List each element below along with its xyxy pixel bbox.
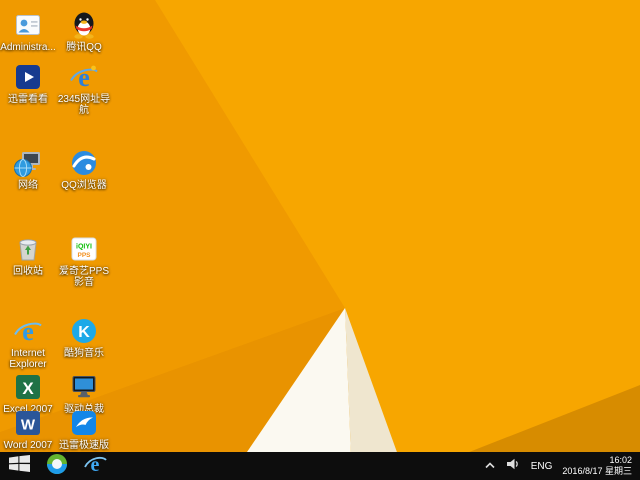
desktop-icon-tencent-qq[interactable]: 腾讯QQ bbox=[56, 10, 112, 53]
taskbar-internet-explorer-button[interactable]: e bbox=[76, 452, 114, 480]
clock-date-line: 2016/8/17 星期三 bbox=[562, 466, 632, 477]
tencent-qq-icon bbox=[69, 10, 99, 40]
taskbar: e ENG 16:02 2016/8/17 星期三 bbox=[0, 452, 640, 480]
speaker-icon bbox=[506, 457, 520, 475]
desktop-icon-2345-nav[interactable]: e 2345网址导航 bbox=[56, 62, 112, 116]
icon-label: Administra... bbox=[0, 42, 56, 53]
browser-2345-icon: e bbox=[69, 62, 99, 92]
desktop: Administra... 迅雷看看 网络 回收站 e Internet Exp… bbox=[0, 0, 640, 480]
icon-label: 腾讯QQ bbox=[66, 42, 102, 53]
icon-label: 2345网址导航 bbox=[57, 94, 111, 116]
desktop-icon-iqiyi-pps[interactable]: iQIYI PPS 爱奇艺PPS影音 bbox=[56, 234, 112, 288]
start-icon bbox=[8, 455, 30, 477]
xunlei-kankan-icon bbox=[13, 62, 43, 92]
administrator-icon bbox=[13, 10, 43, 40]
clock-time: 16:02 bbox=[609, 455, 632, 465]
kugou-music-icon: K bbox=[69, 316, 99, 346]
internet-explorer-icon: e bbox=[13, 316, 43, 346]
desktop-icon-recycle-bin[interactable]: 回收站 bbox=[0, 234, 56, 277]
taskbar-clock[interactable]: 16:02 2016/8/17 星期三 bbox=[558, 455, 640, 477]
icon-label: 迅雷极速版 bbox=[59, 440, 109, 451]
language-indicator[interactable]: ENG bbox=[525, 452, 559, 480]
svg-text:PPS: PPS bbox=[77, 252, 91, 259]
clock-weekday: 星期三 bbox=[604, 466, 632, 476]
desktop-icon-administrator[interactable]: Administra... bbox=[0, 10, 56, 53]
desktop-icon-internet-explorer[interactable]: e Internet Explorer bbox=[0, 316, 56, 370]
svg-text:e: e bbox=[22, 317, 34, 346]
svg-text:K: K bbox=[78, 324, 90, 341]
volume-button[interactable] bbox=[501, 452, 525, 480]
svg-text:W: W bbox=[21, 417, 36, 434]
iqiyi-pps-icon: iQIYI PPS bbox=[69, 234, 99, 264]
taskbar-browser-360-button[interactable] bbox=[38, 452, 76, 480]
desktop-icon-kugou-music[interactable]: K 酷狗音乐 bbox=[56, 316, 112, 359]
icon-label: QQ浏览器 bbox=[61, 180, 107, 191]
icon-label: 爱奇艺PPS影音 bbox=[58, 266, 109, 288]
desktop-icon-qq-browser[interactable]: QQ浏览器 bbox=[56, 148, 112, 191]
svg-text:X: X bbox=[22, 379, 34, 398]
desktop-icon-xunlei[interactable]: 迅雷极速版 bbox=[56, 408, 112, 451]
desktop-icon-word-2007[interactable]: W Word 2007 bbox=[0, 408, 56, 451]
excel-2007-icon: X bbox=[13, 372, 43, 402]
icon-label: 迅雷看看 bbox=[8, 94, 48, 105]
svg-text:e: e bbox=[78, 63, 90, 92]
internet-explorer-icon: e bbox=[83, 452, 107, 480]
recycle-bin-icon bbox=[13, 234, 43, 264]
chevron-up-icon bbox=[484, 457, 496, 475]
clock-date: 2016/8/17 bbox=[562, 466, 603, 476]
word-2007-icon: W bbox=[13, 408, 43, 438]
start-button[interactable] bbox=[0, 452, 38, 480]
network-icon bbox=[13, 148, 43, 178]
icon-label: 回收站 bbox=[13, 266, 43, 277]
desktop-icon-xunlei-kankan[interactable]: 迅雷看看 bbox=[0, 62, 56, 105]
driver-monitor-icon bbox=[69, 372, 99, 402]
icon-label: Word 2007 bbox=[3, 440, 53, 451]
icon-label: Internet Explorer bbox=[9, 348, 47, 370]
svg-text:iQIYI: iQIYI bbox=[76, 244, 92, 251]
system-tray: ENG 16:02 2016/8/17 星期三 bbox=[479, 452, 640, 480]
desktop-icon-network[interactable]: 网络 bbox=[0, 148, 56, 191]
browser-360-icon bbox=[46, 453, 68, 480]
icon-label: 酷狗音乐 bbox=[64, 348, 104, 359]
show-hidden-icons-button[interactable] bbox=[479, 452, 501, 480]
qq-browser-icon bbox=[69, 148, 99, 178]
icon-label: 网络 bbox=[18, 180, 38, 191]
xunlei-icon bbox=[69, 408, 99, 438]
